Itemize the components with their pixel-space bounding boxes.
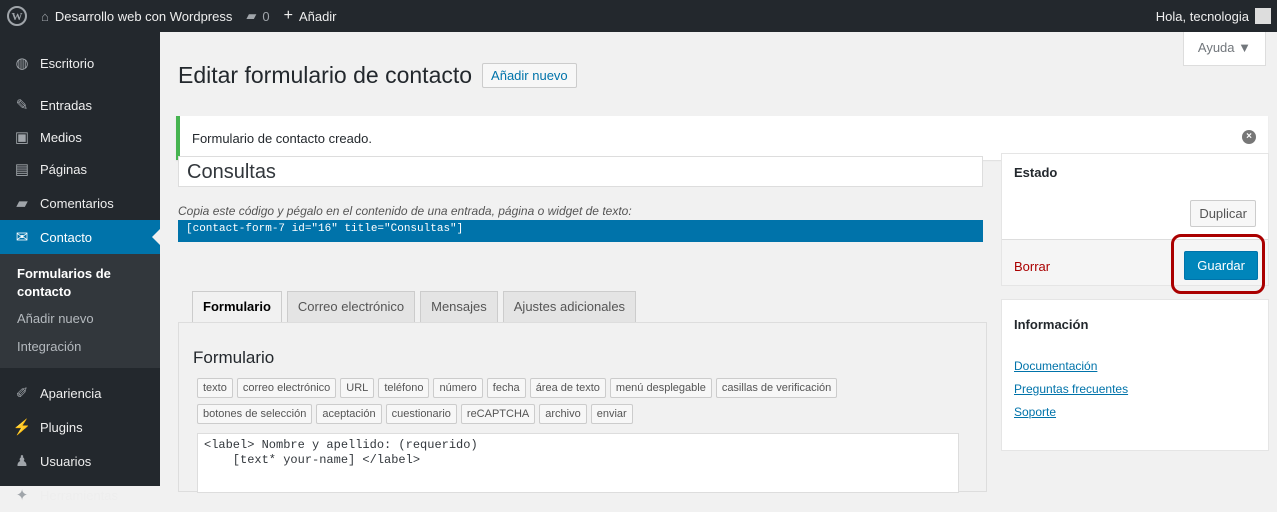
form-title-input[interactable]: Consultas [178,156,983,187]
contacto-submenu: Formularios de contacto Añadir nuevo Int… [0,254,160,369]
help-tab-button[interactable]: Ayuda ▼ [1182,32,1266,66]
menu-item-entradas[interactable]: ✎ Entradas [0,88,160,122]
shortcode-description: Copia este código y pégalo en el conteni… [178,204,632,218]
plugin-icon: ⚡ [12,419,32,437]
tag-button-area-texto[interactable]: área de texto [529,378,606,398]
tag-button-texto[interactable]: texto [197,378,233,398]
tab-ajustes-adicionales[interactable]: Ajustes adicionales [502,291,637,323]
admin-bar: W ⌂ Desarrollo web con Wordpress ▰ 0 + A… [0,0,1277,32]
menu-item-contacto[interactable]: ✉ Contacto [0,220,160,254]
support-link[interactable]: Soporte [1014,401,1128,424]
documentation-link[interactable]: Documentación [1014,355,1128,378]
pin-icon: ✎ [15,97,29,114]
pages-icon: ▤ [14,161,30,178]
media-icon: ▣ [14,129,30,146]
menu-item-plugins[interactable]: ⚡ Plugins [0,410,160,444]
page-title: Editar formulario de contacto [178,62,473,88]
menu-label: Páginas [40,161,87,177]
menu-label: Herramientas [40,487,119,503]
greeting-label: Hola, tecnologia [1155,8,1249,24]
tag-button-aceptacion[interactable]: aceptación [316,404,382,424]
menu-label: Comentarios [40,195,114,211]
page-header: Editar formulario de contacto Añadir nue… [178,62,577,89]
menu-item-medios[interactable]: ▣ Medios [0,122,160,152]
tag-button-url[interactable]: URL [340,378,375,398]
tab-formulario[interactable]: Formulario [192,291,282,323]
menu-label: Medios [40,129,82,145]
dashboard-icon: ◍ [15,55,29,72]
form-template-editor[interactable]: <label> Nombre y apellido: (requerido) [… [197,433,959,493]
submenu-item-anadir-nuevo[interactable]: Añadir nuevo [0,305,160,333]
add-new-button[interactable]: Añadir nuevo [482,63,577,88]
dismiss-icon[interactable]: × [1242,130,1256,144]
tools-icon: ✦ [15,487,29,505]
svg-text:W: W [12,11,23,23]
notice-text: Formulario de contacto creado. [192,130,372,146]
submenu-item-formularios[interactable]: Formularios de contacto [0,260,160,305]
menu-label: Plugins [40,419,83,435]
form-panel: Formulario texto correo electrónico URL … [178,322,987,493]
form-tabs: Formulario Correo electrónico Mensajes A… [192,291,641,323]
new-content-label: Añadir [298,8,337,24]
comments-link[interactable]: ▰ 0 [239,0,276,32]
main-content: Ayuda ▼ Editar formulario de contacto Añ… [160,32,1277,493]
delete-link[interactable]: Borrar [1014,259,1050,274]
shortcode-field[interactable]: [contact-form-7 id="16" title="Consultas… [178,220,983,242]
wordpress-logo-icon[interactable]: W [0,0,34,32]
menu-item-herramientas[interactable]: ✦ Herramientas [0,478,160,512]
tag-button-fecha[interactable]: fecha [486,378,526,398]
status-box-title: Estado [1014,165,1058,180]
site-name-label: Desarrollo web con Wordpress [54,8,233,24]
menu-label: Apariencia [40,385,102,401]
tag-generator-buttons: texto correo electrónico URL teléfono nú… [197,378,957,430]
menu-item-escritorio[interactable]: ◍ Escritorio [0,46,160,80]
tag-button-archivo[interactable]: archivo [539,404,587,424]
tag-button-menu[interactable]: menú desplegable [609,378,712,398]
save-highlight-annotation [1171,234,1265,294]
plus-icon: + [283,7,293,24]
users-icon: ♟ [15,453,29,471]
envelope-icon: ✉ [15,229,29,246]
menu-label: Escritorio [40,55,95,71]
menu-item-apariencia[interactable]: ✐ Apariencia [0,376,160,410]
menu-item-comentarios[interactable]: ▰ Comentarios [0,186,160,220]
tab-mensajes[interactable]: Mensajes [420,291,498,323]
avatar [1255,8,1271,24]
tab-correo-electronico[interactable]: Correo electrónico [286,291,416,323]
tag-button-numero[interactable]: número [433,378,483,398]
admin-sidebar: ◍ Escritorio ✎ Entradas ▣ Medios ▤ Páginas ▰… [0,32,160,504]
tag-button-botones[interactable]: botones de selección [197,404,313,424]
info-links: Documentación Preguntas frecuentes Sopor… [1014,355,1128,424]
tag-button-recaptcha[interactable]: reCAPTCHA [460,404,536,424]
site-name-link[interactable]: ⌂ Desarrollo web con Wordpress [34,0,239,32]
menu-item-paginas[interactable]: ▤ Páginas [0,152,160,186]
home-icon: ⌂ [41,8,49,24]
brush-icon: ✐ [15,385,29,403]
menu-label: Usuarios [40,453,92,469]
tag-button-casillas[interactable]: casillas de verificación [715,378,838,398]
duplicate-button[interactable]: Duplicar [1190,200,1256,227]
new-content-link[interactable]: + Añadir [277,0,344,32]
submenu-item-integracion[interactable]: Integración [0,333,160,361]
my-account-link[interactable]: Hola, tecnologia [1156,0,1277,32]
comment-icon: ▰ [246,8,257,23]
tag-button-enviar[interactable]: enviar [590,404,633,424]
comments-count: 0 [262,8,270,24]
menu-label: Contacto [40,229,93,245]
menu-item-usuarios[interactable]: ♟ Usuarios [0,444,160,478]
info-box-title: Información [1014,317,1089,332]
faq-link[interactable]: Preguntas frecuentes [1014,378,1128,401]
comment-icon: ▰ [16,195,28,212]
tag-button-correo[interactable]: correo electrónico [236,378,337,398]
info-box: Información Documentación Preguntas frec… [1001,299,1269,451]
menu-label: Entradas [40,97,93,113]
tag-button-cuestionario[interactable]: cuestionario [385,404,457,424]
panel-title: Formulario [193,348,275,367]
tag-button-telefono[interactable]: teléfono [378,378,430,398]
